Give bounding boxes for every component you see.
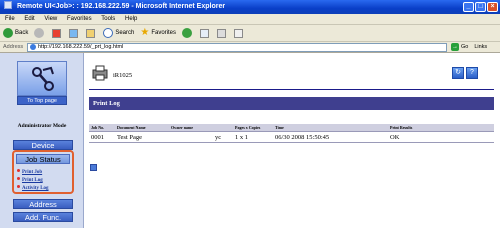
go-arrow-icon: → — [451, 43, 459, 51]
print-log-table: Job No. Document Name Owner name Pages x… — [89, 124, 494, 143]
bullet-icon — [17, 169, 20, 172]
address-url: http://192.168.222.59/_prt_log.html — [38, 43, 124, 50]
header-divider — [89, 89, 494, 90]
table-row: 0001 Test Page yc 1 x 1 06/30 2008 15:50… — [89, 131, 494, 143]
printer-tools-icon — [32, 66, 54, 91]
menu-favorites[interactable]: Favorites — [67, 16, 92, 22]
search-button[interactable]: Search — [103, 28, 134, 38]
menu-view[interactable]: View — [44, 16, 57, 22]
home-icon — [86, 28, 96, 38]
refresh-page-icon[interactable]: ↻ — [452, 67, 464, 79]
refresh-button[interactable] — [69, 28, 80, 38]
search-icon — [103, 28, 114, 38]
remote-ui-sidebar: To Top page Administrator Mode Device Jo… — [0, 53, 84, 228]
refresh-icon — [69, 28, 79, 38]
section-title: Print Log — [89, 97, 494, 110]
history-button[interactable] — [182, 28, 194, 38]
menu-file[interactable]: File — [5, 16, 15, 22]
table-header-row: Job No. Document Name Owner name Pages x… — [89, 124, 494, 132]
back-to-top-icon[interactable] — [90, 164, 97, 171]
col-owner-value — [213, 124, 233, 132]
cell-owner-name: yc — [213, 131, 233, 143]
cell-time: 06/30 2008 15:50:45 — [273, 131, 388, 143]
job-status-menu-button[interactable]: Job Status — [16, 154, 70, 164]
back-arrow-icon — [3, 28, 13, 38]
top-page-logo[interactable] — [17, 61, 67, 96]
address-bar: Address http://192.168.222.59/_prt_log.h… — [0, 42, 500, 53]
links-button[interactable]: Links — [474, 42, 487, 53]
close-button[interactable]: × — [487, 2, 498, 12]
stop-icon — [52, 28, 62, 38]
favorites-button[interactable]: ★ Favorites — [140, 28, 176, 38]
menu-edit[interactable]: Edit — [24, 16, 34, 22]
home-button[interactable] — [86, 28, 97, 38]
activity-log-link[interactable]: Activity Log — [17, 185, 49, 191]
favorites-label: Favorites — [151, 30, 177, 36]
add-func-menu-button[interactable]: Add. Func. — [13, 212, 73, 222]
print-log-link[interactable]: Print Log — [17, 177, 43, 183]
edit-button[interactable] — [234, 28, 245, 38]
window-controls: _ □ × — [463, 2, 498, 12]
star-icon: ★ — [140, 27, 150, 38]
help-icon[interactable]: ? — [466, 67, 478, 79]
to-top-page-link[interactable]: To Top page — [17, 96, 67, 105]
device-name: iR1025 — [113, 72, 133, 79]
address-menu-button[interactable]: Address — [13, 199, 73, 209]
address-input[interactable]: http://192.168.222.59/_prt_log.html — [27, 42, 447, 52]
back-label: Back — [15, 30, 29, 36]
mail-button[interactable] — [200, 28, 211, 38]
browser-toolbar: Back Search ★ Favorites — [0, 25, 500, 42]
device-menu-button[interactable]: Device — [13, 140, 73, 150]
bullet-icon — [17, 185, 20, 188]
col-job-no: Job No. — [89, 124, 115, 132]
main-content: iR1025 ↻ ? Print Log Job No. Document Na… — [85, 53, 500, 228]
go-button[interactable]: → Go — [451, 42, 468, 53]
cell-document-name: Test Page — [115, 131, 169, 143]
menu-help[interactable]: Help — [125, 16, 137, 22]
ie-window-icon — [4, 1, 12, 9]
edit-page-icon — [234, 28, 244, 38]
col-pages-copies: Pages x Copies — [233, 124, 273, 132]
page-action-icons: ↻ ? — [452, 67, 478, 79]
printer-icon — [92, 65, 108, 81]
maximize-button[interactable]: □ — [475, 2, 486, 12]
menu-tools[interactable]: Tools — [101, 16, 115, 22]
admin-mode-label: Administrator Mode — [17, 123, 67, 129]
job-status-panel: Job Status Print Job Print Log Activity … — [12, 150, 74, 194]
cell-job-no: 0001 — [89, 131, 115, 143]
history-icon — [182, 28, 193, 38]
col-print-results: Print Results — [388, 124, 494, 132]
page-icon — [30, 44, 36, 50]
forward-button[interactable] — [34, 28, 46, 38]
print-job-link[interactable]: Print Job — [17, 169, 42, 175]
col-owner-name: Owner name — [169, 124, 213, 132]
minimize-button[interactable]: _ — [463, 2, 474, 12]
cell-print-result: OK — [388, 131, 494, 143]
back-button[interactable]: Back — [3, 28, 28, 38]
menu-bar: File Edit View Favorites Tools Help — [0, 14, 500, 25]
forward-arrow-icon — [34, 28, 45, 38]
address-label: Address — [3, 43, 24, 50]
print-button[interactable] — [217, 28, 228, 38]
search-label: Search — [115, 30, 135, 36]
col-time: Time — [273, 124, 388, 132]
col-document-name: Document Name — [115, 124, 169, 132]
window-title-bar[interactable]: Remote UI<Job>: : 192.168.222.59 - Micro… — [0, 0, 500, 14]
print-icon — [217, 28, 227, 38]
mail-icon — [200, 28, 210, 38]
go-label: Go — [461, 43, 469, 50]
cell-owner-spacer — [169, 131, 213, 143]
bullet-icon — [17, 177, 20, 180]
window-title: Remote UI<Job>: : 192.168.222.59 - Micro… — [16, 3, 226, 10]
stop-button[interactable] — [52, 28, 63, 38]
cell-pages-copies: 1 x 1 — [233, 131, 273, 143]
